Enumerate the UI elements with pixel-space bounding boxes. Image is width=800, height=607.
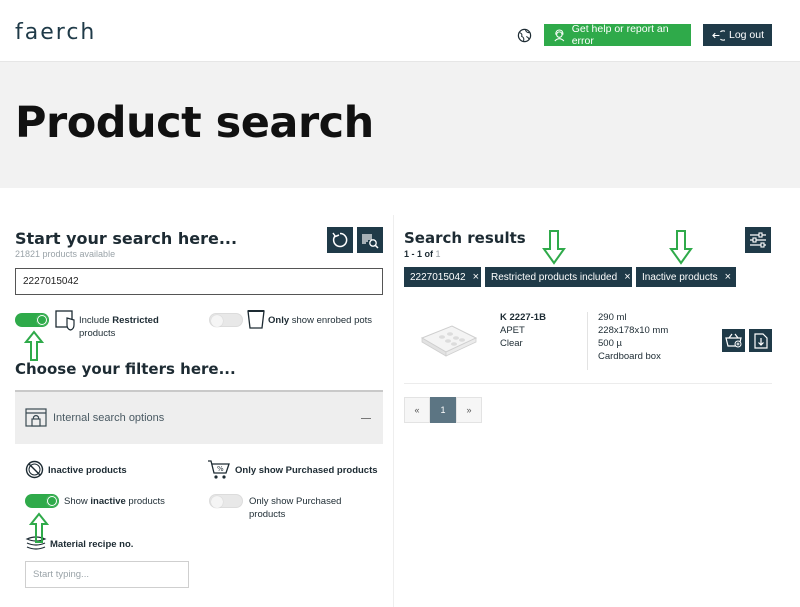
product-material: APET: [500, 325, 525, 336]
hero-banner: Product search: [0, 62, 800, 188]
product-tray-image[interactable]: [418, 322, 480, 362]
close-icon[interactable]: ×: [473, 271, 479, 283]
purchased-products-heading: Only show Purchased products: [235, 465, 378, 476]
result-row[interactable]: K 2227-1B APET Clear 290 ml 228x178x10 m…: [404, 304, 772, 384]
show-purchased-label: Only show Purchased products: [249, 496, 342, 520]
column-divider: [393, 215, 394, 607]
page-title: Product search: [15, 98, 374, 148]
product-thickness: 500 µ: [598, 338, 622, 349]
filters-section-title: Choose your filters here...: [15, 360, 236, 378]
search-section-title: Start your search here...: [15, 229, 238, 248]
pagination-next-button[interactable]: »: [456, 397, 482, 423]
reset-search-button[interactable]: [327, 227, 353, 253]
lock-window-icon: [25, 408, 47, 427]
product-volume: 290 ml: [598, 312, 627, 323]
product-code: K 2227-1B: [500, 312, 546, 323]
show-inactive-toggle[interactable]: [25, 494, 59, 508]
support-agent-icon: [554, 29, 565, 41]
download-datasheet-button[interactable]: [749, 329, 772, 352]
pagination: « 1 »: [404, 397, 482, 423]
basket-add-icon: [725, 333, 742, 348]
product-search-input[interactable]: 2227015042: [15, 268, 383, 295]
annotation-down-arrow-icon: [542, 230, 566, 265]
pagination-prev-button[interactable]: «: [404, 397, 430, 423]
help-button-label: Get help or report an error: [571, 23, 669, 47]
cart-percent-icon: %: [208, 460, 230, 479]
help-button[interactable]: Get help or report an error: [544, 23, 691, 47]
product-color: Clear: [500, 338, 523, 349]
barcode-scan-icon: [362, 234, 379, 249]
annotation-down-arrow-icon: [669, 230, 693, 265]
collapse-icon[interactable]: [361, 418, 371, 419]
filter-chip-search-term[interactable]: 2227015042 ×: [404, 267, 481, 287]
inactive-products-heading: Inactive products: [48, 465, 127, 476]
svg-text:%: %: [217, 465, 224, 473]
faerch-logo[interactable]: faerch: [15, 20, 96, 45]
add-to-basket-button[interactable]: [722, 329, 745, 352]
products-available-count: 21821 products available: [15, 249, 116, 259]
show-purchased-toggle[interactable]: [209, 494, 243, 508]
inactive-icon: [25, 460, 44, 479]
annotation-up-arrow-icon: [24, 330, 44, 361]
search-results-title: Search results: [404, 229, 526, 247]
globe-icon[interactable]: [517, 28, 532, 43]
annotation-up-arrow-icon: [29, 512, 49, 543]
pot-icon: [247, 310, 265, 329]
internal-search-options-accordion[interactable]: Internal search options: [15, 390, 383, 444]
results-count: 1 - 1 of 1: [404, 249, 441, 259]
pagination-page-1[interactable]: 1: [430, 397, 456, 423]
enrobed-pots-label: Only show enrobed pots: [268, 315, 373, 326]
product-packaging: Cardboard box: [598, 351, 661, 362]
logout-icon: [712, 29, 725, 41]
material-recipe-input[interactable]: Start typing...: [25, 561, 189, 588]
material-recipe-heading: Material recipe no.: [50, 539, 134, 550]
search-input-value: 2227015042: [23, 276, 79, 287]
close-icon[interactable]: ×: [624, 271, 630, 283]
filter-chip-restricted[interactable]: Restricted products included ×: [485, 267, 632, 287]
product-dimensions: 228x178x10 mm: [598, 325, 669, 336]
results-settings-button[interactable]: [745, 227, 771, 253]
restricted-products-label: Include Restricted products: [79, 315, 159, 339]
result-divider: [587, 312, 588, 370]
logout-button-label: Log out: [729, 29, 765, 41]
show-inactive-label: Show inactive products: [64, 496, 165, 507]
restricted-package-icon: [55, 310, 75, 331]
filter-chip-inactive[interactable]: Inactive products ×: [636, 267, 736, 287]
barcode-search-button[interactable]: [357, 227, 383, 253]
close-icon[interactable]: ×: [725, 271, 731, 283]
logout-button[interactable]: Log out: [703, 24, 772, 46]
sliders-icon: [750, 232, 766, 248]
download-document-icon: [753, 332, 768, 349]
restricted-products-toggle[interactable]: [15, 313, 49, 327]
enrobed-pots-toggle[interactable]: [209, 313, 243, 327]
top-bar: faerch Get help or report an error Log o…: [0, 0, 800, 62]
reset-icon: [332, 232, 348, 248]
accordion-label: Internal search options: [53, 412, 165, 424]
material-recipe-placeholder: Start typing...: [33, 569, 89, 580]
